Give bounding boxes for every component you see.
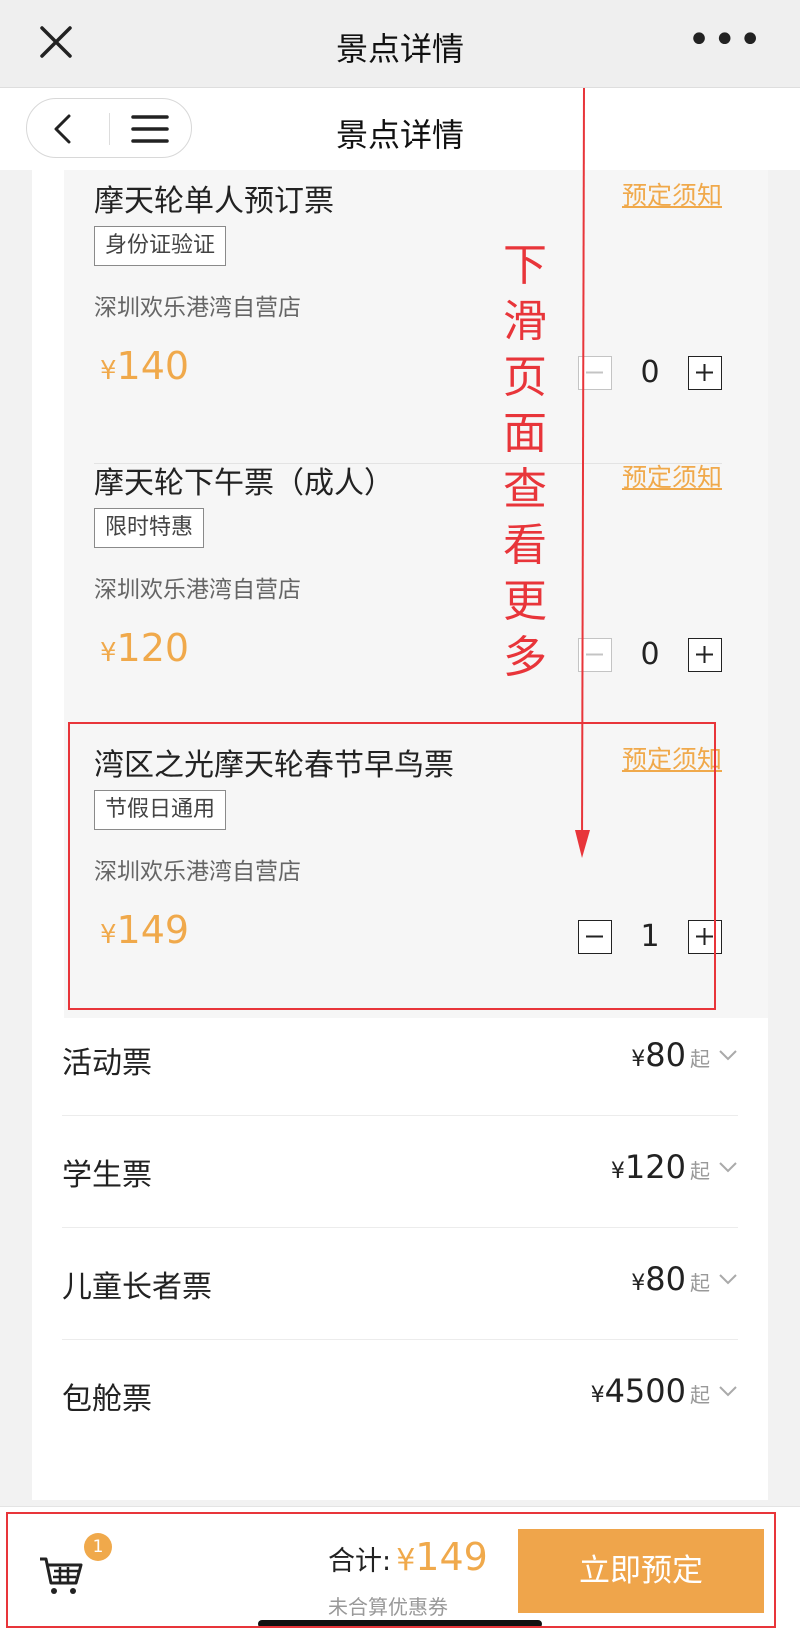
category-price: ¥80 起: [631, 1036, 738, 1076]
category-row-activity[interactable]: 活动票 ¥80 起: [62, 1004, 738, 1116]
page-title: 景点详情: [335, 30, 464, 68]
top-title-bar: 景点详情 •••: [0, 0, 800, 88]
plus-icon: [696, 364, 713, 381]
increase-button[interactable]: [688, 356, 722, 390]
category-price: ¥80 起: [631, 1260, 738, 1300]
booking-notice-link[interactable]: 预定须知: [622, 458, 722, 494]
arrow-down-icon: [575, 88, 590, 858]
more-icon[interactable]: •••: [687, 20, 764, 60]
ticket-name: 摩天轮下午票（成人）: [94, 466, 394, 501]
highlight-box-checkout-bar: [6, 1512, 776, 1628]
category-price: ¥120 起: [611, 1148, 738, 1188]
ticket-store: 深圳欢乐港湾自营店: [94, 577, 301, 603]
plus-icon: [696, 646, 713, 663]
chevron-down-icon: [719, 1274, 737, 1285]
ticket-name: 摩天轮单人预订票: [94, 184, 334, 219]
nav-bar: 景点详情: [0, 88, 800, 170]
chevron-down-icon: [719, 1162, 737, 1173]
ticket-price: ¥140: [100, 344, 190, 388]
category-row-cabin[interactable]: 包舱票 ¥4500 起: [62, 1340, 738, 1452]
quantity-value: 0: [640, 355, 660, 390]
category-row-child-senior[interactable]: 儿童长者票 ¥80 起: [62, 1228, 738, 1340]
category-row-student[interactable]: 学生票 ¥120 起: [62, 1116, 738, 1228]
increase-button[interactable]: [688, 638, 722, 672]
ticket-item: 摩天轮单人预订票 预定须知 身份证验证 深圳欢乐港湾自营店 ¥140 0: [94, 170, 722, 464]
booking-notice-link[interactable]: 预定须知: [622, 176, 722, 212]
ticket-tag: 限时特惠: [94, 508, 205, 548]
category-label: 儿童长者票: [62, 1270, 212, 1305]
chevron-down-icon: [719, 1050, 737, 1061]
category-label: 学生票: [62, 1158, 152, 1193]
category-label: 包舱票: [62, 1382, 152, 1417]
category-label: 活动票: [62, 1046, 152, 1081]
ticket-item: 摩天轮下午票（成人） 预定须知 限时特惠 深圳欢乐港湾自营店 ¥120 0: [94, 452, 722, 746]
chevron-down-icon: [719, 1386, 737, 1397]
ticket-price: ¥120: [100, 626, 190, 670]
category-price: ¥4500 起: [591, 1372, 738, 1412]
nav-title: 景点详情: [335, 116, 464, 154]
quantity-value: 0: [640, 637, 660, 672]
scroll-hint-annotation: 下滑页面查看更多: [503, 240, 547, 683]
ticket-store: 深圳欢乐港湾自营店: [94, 295, 301, 321]
highlight-box-selected-ticket: [68, 722, 716, 1010]
ticket-tag: 身份证验证: [94, 226, 227, 266]
